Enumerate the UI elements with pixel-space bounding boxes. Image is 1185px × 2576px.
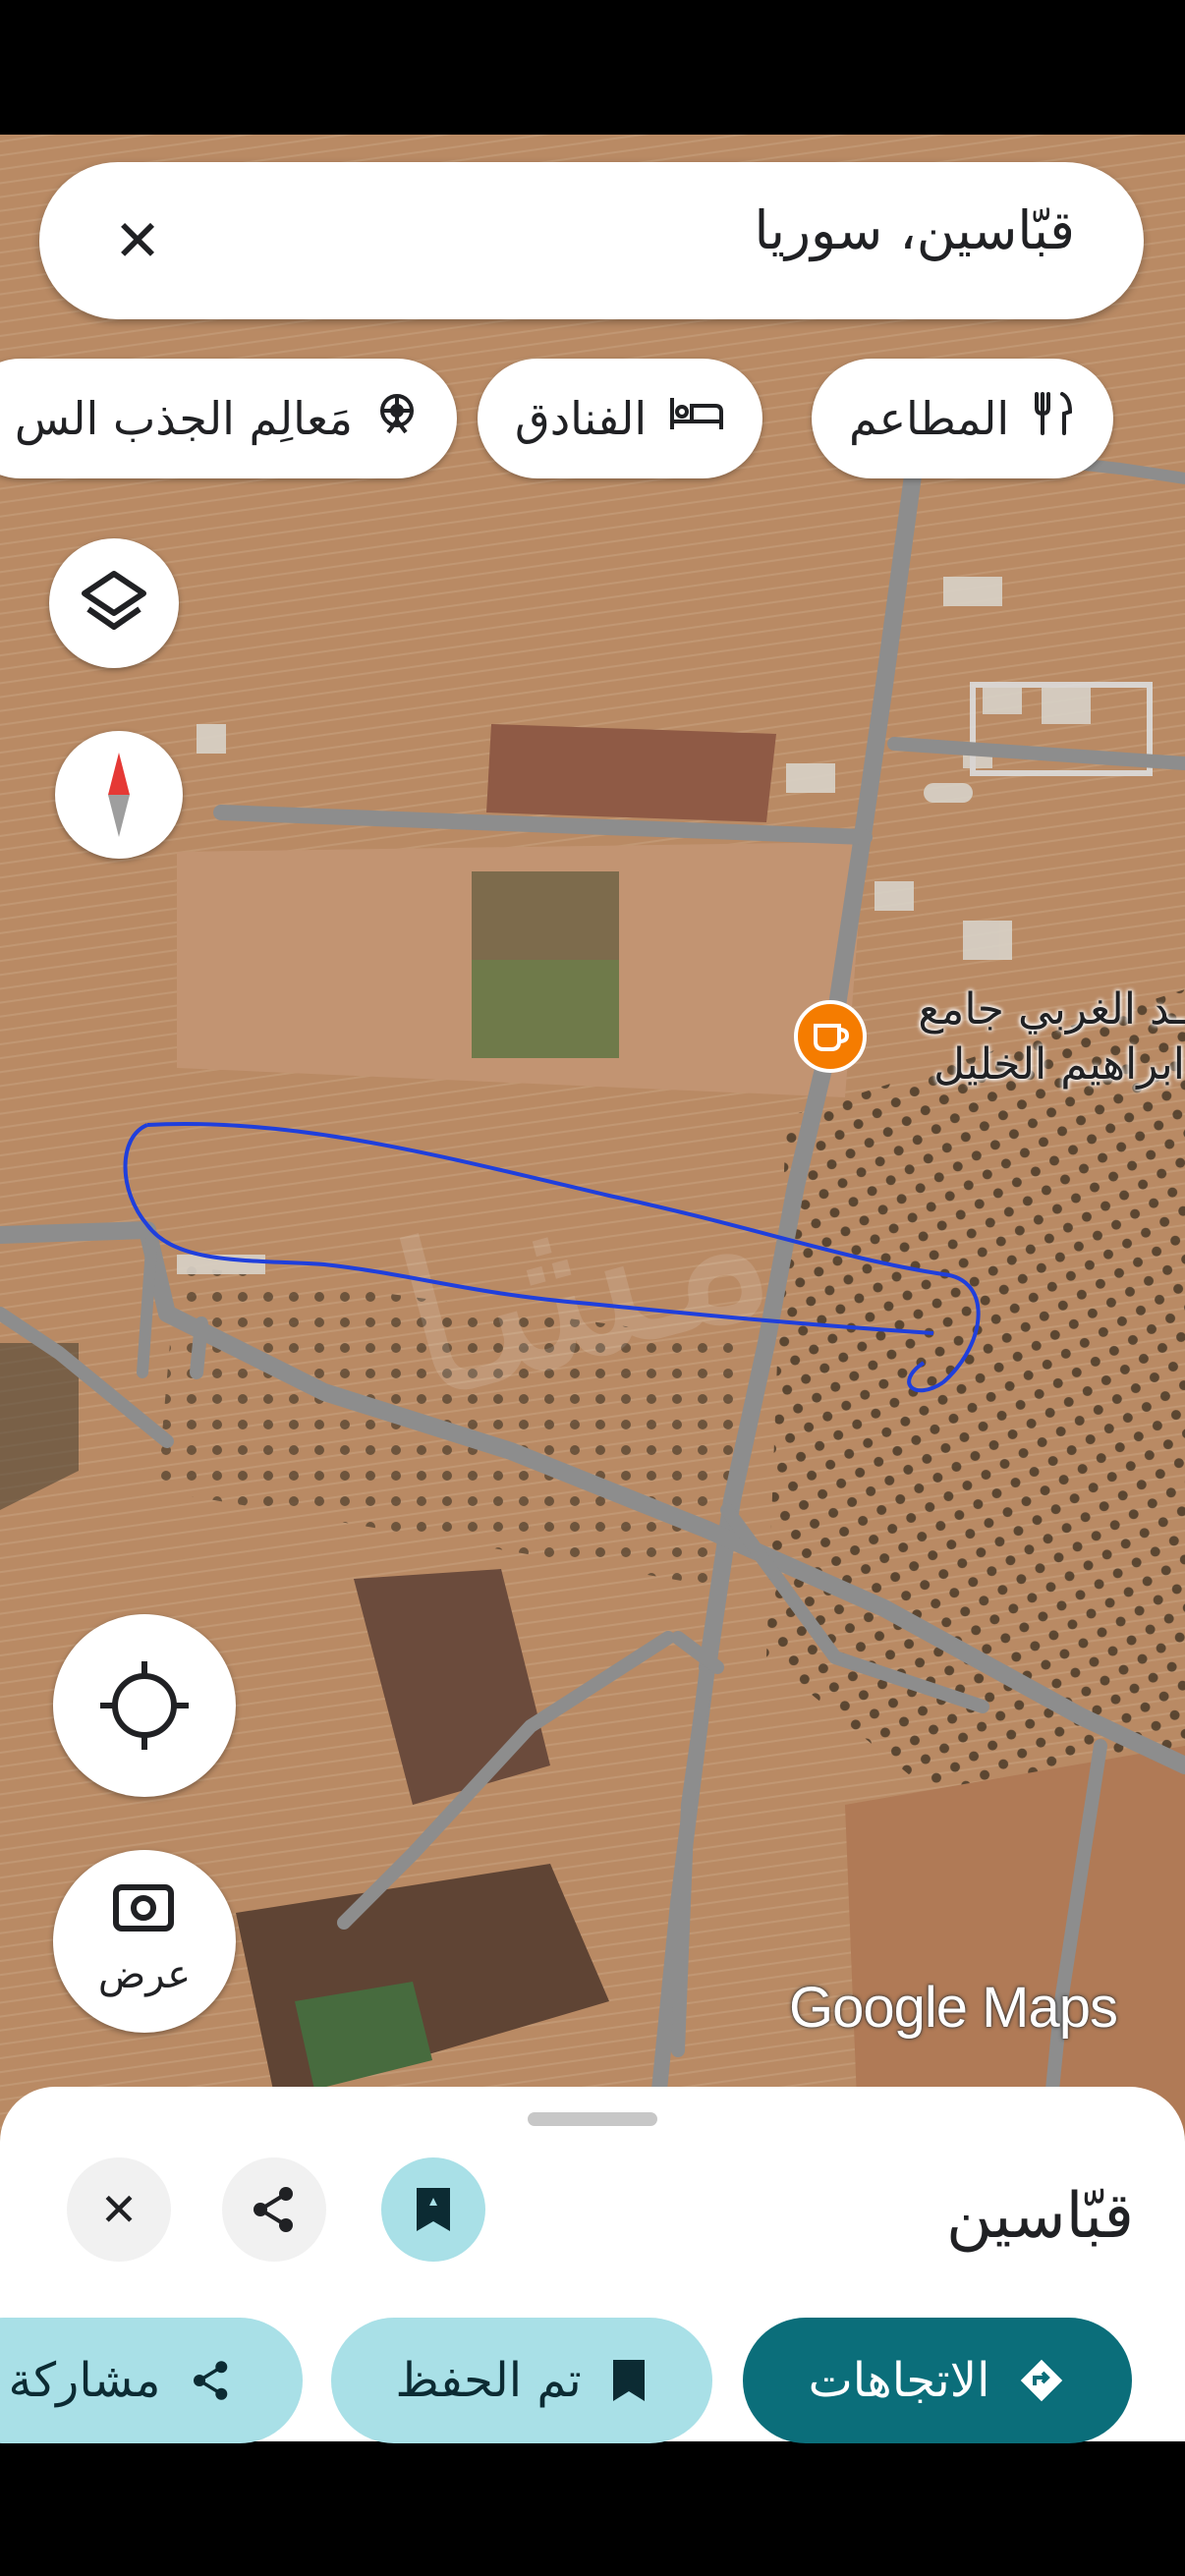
restaurant-icon bbox=[1031, 390, 1076, 448]
share-pill-button[interactable]: مشاركة bbox=[0, 2318, 303, 2443]
close-sheet-button[interactable]: ✕ bbox=[67, 2157, 171, 2262]
chip-attractions[interactable]: مَعالِم الجذب الس bbox=[0, 359, 457, 478]
directions-icon bbox=[1021, 2359, 1063, 2402]
compass-icon bbox=[108, 753, 130, 837]
place-label-line2: ابراهيم الخليل bbox=[933, 1039, 1185, 1090]
saved-button[interactable] bbox=[381, 2157, 485, 2262]
save-state-button[interactable]: تم الحفظ bbox=[331, 2318, 712, 2443]
crosshair-icon bbox=[100, 1661, 189, 1750]
view-button[interactable]: عرض bbox=[53, 1850, 236, 2033]
share-icon bbox=[254, 2187, 293, 2232]
place-label[interactable]: ـد الغربي جامع ابراهيم الخليل bbox=[884, 982, 1185, 1092]
saved-label: تم الحفظ bbox=[395, 2353, 582, 2408]
compass-button[interactable] bbox=[55, 731, 183, 859]
chip-hotels[interactable]: الفنادق bbox=[478, 359, 763, 478]
search-bar[interactable]: ✕ قبّاسين، سوريا bbox=[39, 162, 1144, 319]
attraction-icon bbox=[374, 391, 420, 447]
view-button-label: عرض bbox=[97, 1952, 192, 1997]
close-icon[interactable]: ✕ bbox=[108, 211, 167, 270]
chip-restaurants[interactable]: المطاعم bbox=[812, 359, 1114, 478]
place-label-line1: ـد الغربي جامع bbox=[918, 984, 1185, 1035]
directions-label: الاتجاهات bbox=[808, 2353, 990, 2408]
bookmark-icon bbox=[612, 2360, 645, 2401]
drag-handle[interactable] bbox=[528, 2112, 657, 2126]
chip-label: المطاعم bbox=[849, 392, 1010, 445]
google-maps-attribution: Google Maps bbox=[789, 1976, 1118, 2040]
place-sheet[interactable]: قبّاسين ✕ الاتجاهات تم الحفظ مشاركة bbox=[0, 2087, 1185, 2443]
directions-button[interactable]: الاتجاهات bbox=[743, 2318, 1132, 2443]
hotel-icon bbox=[668, 394, 725, 444]
poi-cafe-icon[interactable] bbox=[794, 1000, 867, 1073]
layers-button[interactable] bbox=[49, 538, 179, 668]
search-query[interactable]: قبّاسين، سوريا bbox=[754, 199, 1075, 261]
chip-label: الفنادق bbox=[515, 392, 648, 445]
chip-label: مَعالِم الجذب الس bbox=[14, 392, 353, 445]
place-name: قبّاسين bbox=[945, 2180, 1134, 2253]
close-icon: ✕ bbox=[99, 2183, 139, 2236]
layers-icon bbox=[82, 571, 146, 630]
bookmark-icon bbox=[417, 2188, 450, 2231]
camera-scan-icon bbox=[113, 1884, 174, 1932]
share-button[interactable] bbox=[222, 2157, 326, 2262]
my-location-button[interactable] bbox=[53, 1614, 236, 1797]
share-label: مشاركة bbox=[8, 2353, 161, 2408]
share-icon bbox=[194, 2361, 228, 2400]
